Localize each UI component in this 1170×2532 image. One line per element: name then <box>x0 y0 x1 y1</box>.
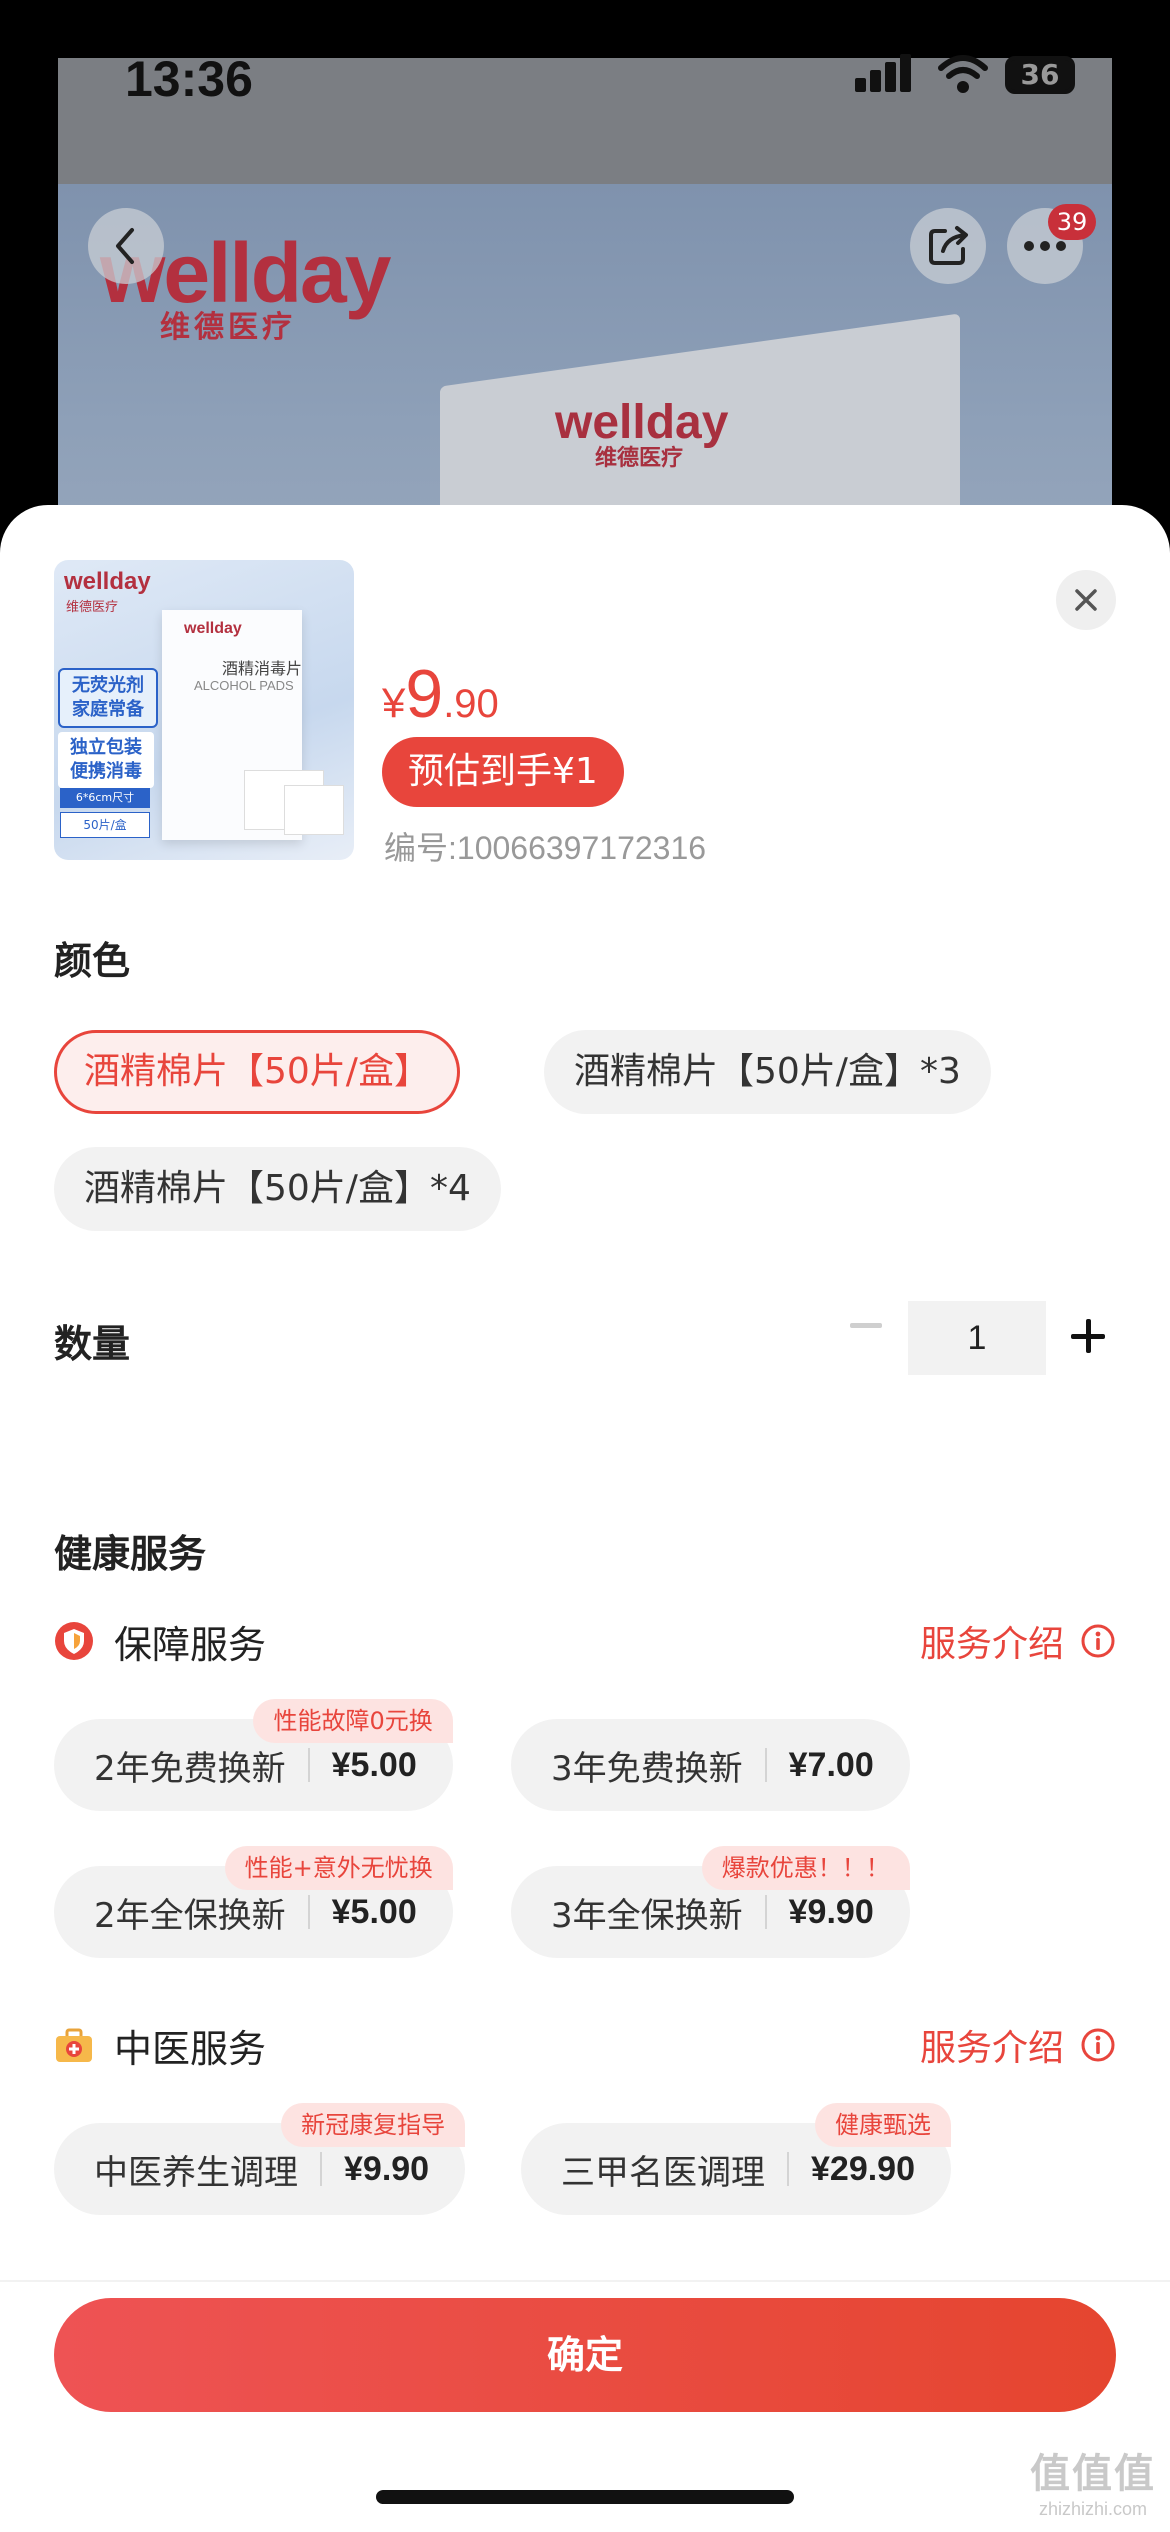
tcm-option[interactable]: 三甲名医调理 ¥29.90 健康甄选 <box>521 2103 951 2215</box>
protection-service-title: 保障服务 <box>114 1622 267 1667</box>
thumb-feature-tag: 无荧光剂 家庭常备 <box>58 668 158 728</box>
footer-divider <box>0 2280 1170 2282</box>
option-price: ¥9.90 <box>344 2149 430 2188</box>
thumb-size-label: 6*6cm尺寸 <box>60 788 150 808</box>
option-price: ¥5.00 <box>331 1745 417 1784</box>
watermark-sub: zhizhizhi.com <box>1038 2499 1148 2519</box>
option-name: 三甲名医调理 <box>561 2152 765 2193</box>
minus-icon <box>850 1323 882 1328</box>
option-price: ¥5.00 <box>331 1892 417 1931</box>
signal-bar <box>900 54 911 92</box>
estimated-price-badge: 预估到手¥1 <box>382 737 624 807</box>
more-icon <box>1024 241 1066 251</box>
quantity-input[interactable]: 1 <box>908 1301 1046 1375</box>
color-option-selected[interactable]: 酒精棉片【50片/盒】 <box>54 1030 460 1114</box>
close-button[interactable] <box>1056 570 1116 630</box>
option-name: 3年全保换新 <box>551 1895 743 1936</box>
price-integer: 9 <box>405 656 444 732</box>
protection-option[interactable]: 2年免费换新 ¥5.00 性能故障0元换 <box>54 1699 453 1811</box>
option-price: ¥7.00 <box>788 1745 874 1784</box>
price-currency: ¥ <box>382 679 406 726</box>
quantity-title: 数量 <box>54 1322 131 1366</box>
background-brand-subtitle: 维德医疗 <box>160 310 296 345</box>
quantity-increase-button[interactable] <box>1058 1306 1118 1366</box>
sku-selection-sheet: wellday 维德医疗 wellday 酒精消毒片 ALCOHOL PADS … <box>0 505 1170 2532</box>
option-divider <box>764 1895 767 1929</box>
sku-code: 编号:10066397172316 <box>384 830 707 866</box>
option-promo-tag: 健康甄选 <box>815 2103 951 2147</box>
info-icon <box>1081 1624 1115 1658</box>
protection-service-header: 保障服务 <box>54 1611 266 1671</box>
option-name: 中医养生调理 <box>94 2152 298 2193</box>
quantity-decrease-button[interactable] <box>836 1296 896 1356</box>
thumb-box-title: 酒精消毒片 <box>222 659 303 678</box>
option-price: ¥29.90 <box>811 2149 915 2188</box>
thumb-box-logo: wellday <box>184 620 242 637</box>
option-price: ¥9.90 <box>788 1892 874 1931</box>
watermark: 值值值 zhizhizhi.com <box>1018 2441 1168 2520</box>
thumb-count-label: 50片/盒 <box>60 812 150 838</box>
service-intro-label: 服务介绍 <box>919 1624 1064 1665</box>
info-icon <box>1081 2028 1115 2062</box>
price-decimal: .90 <box>443 682 499 726</box>
watermark-main: 值值值 <box>1030 2451 1156 2497</box>
option-promo-tag: 性能+意外无忧换 <box>224 1846 453 1890</box>
option-divider <box>787 2152 789 2186</box>
thumb-brand-subtitle: 维德医疗 <box>66 600 119 615</box>
option-divider <box>307 1748 310 1782</box>
plus-icon <box>1071 1319 1105 1353</box>
home-indicator <box>376 2490 794 2504</box>
option-name: 3年免费换新 <box>551 1748 743 1789</box>
product-price: ¥9.90 <box>382 655 499 733</box>
tcm-service-title: 中医服务 <box>114 2026 267 2071</box>
status-icons: 36 <box>855 52 1095 100</box>
option-divider <box>320 2152 322 2186</box>
product-thumbnail[interactable]: wellday 维德医疗 wellday 酒精消毒片 ALCOHOL PADS … <box>54 560 354 860</box>
signal-bar <box>885 62 896 92</box>
thumb-box-english: ALCOHOL PADS <box>194 678 294 693</box>
protection-option[interactable]: 3年全保换新 ¥9.90 爆款优惠！！！ <box>511 1846 910 1958</box>
share-icon <box>929 226 968 265</box>
color-option[interactable]: 酒精棉片【50片/盒】*3 <box>544 1030 991 1114</box>
thumb-pad <box>284 785 344 835</box>
color-option[interactable]: 酒精棉片【50片/盒】*4 <box>54 1147 501 1231</box>
medkit-icon <box>56 2028 92 2062</box>
option-divider <box>764 1748 767 1782</box>
close-icon <box>1075 589 1097 611</box>
option-promo-tag: 性能故障0元换 <box>253 1699 453 1743</box>
confirm-button[interactable]: 确定 <box>54 2298 1116 2412</box>
notification-badge: 39 <box>1048 204 1096 240</box>
share-button[interactable] <box>910 208 986 284</box>
health-section-title: 健康服务 <box>54 1532 207 1576</box>
protection-service-intro-link[interactable]: 服务介绍 <box>920 1611 1116 1671</box>
protection-option[interactable]: 2年全保换新 ¥5.00 性能+意外无忧换 <box>54 1846 453 1958</box>
back-button[interactable] <box>88 208 164 284</box>
option-name: 2年免费换新 <box>94 1748 286 1789</box>
tcm-service-intro-link[interactable]: 服务介绍 <box>920 2015 1116 2075</box>
option-promo-tag: 爆款优惠！！！ <box>701 1846 910 1890</box>
option-divider <box>307 1895 310 1929</box>
protection-option[interactable]: 3年免费换新 ¥7.00 <box>511 1719 910 1811</box>
shield-icon <box>55 1622 93 1660</box>
wifi-icon <box>938 55 988 93</box>
option-name: 2年全保换新 <box>94 1895 286 1936</box>
signal-bar <box>855 78 866 92</box>
tcm-service-header: 中医服务 <box>54 2015 266 2075</box>
background-box-subtitle: 维德医疗 <box>595 446 684 471</box>
battery-indicator: 36 <box>1005 56 1075 94</box>
signal-bar <box>870 70 881 92</box>
chevron-left-icon <box>116 228 134 264</box>
color-section-title: 颜色 <box>54 939 131 983</box>
tcm-option[interactable]: 中医养生调理 ¥9.90 新冠康复指导 <box>54 2103 466 2215</box>
thumb-feature-tag: 独立包装 便携消毒 <box>58 732 154 788</box>
option-promo-tag: 新冠康复指导 <box>281 2103 466 2147</box>
thumb-brand-logo: wellday <box>64 568 151 595</box>
service-intro-label: 服务介绍 <box>919 2028 1064 2069</box>
status-time: 13:36 <box>125 51 253 107</box>
